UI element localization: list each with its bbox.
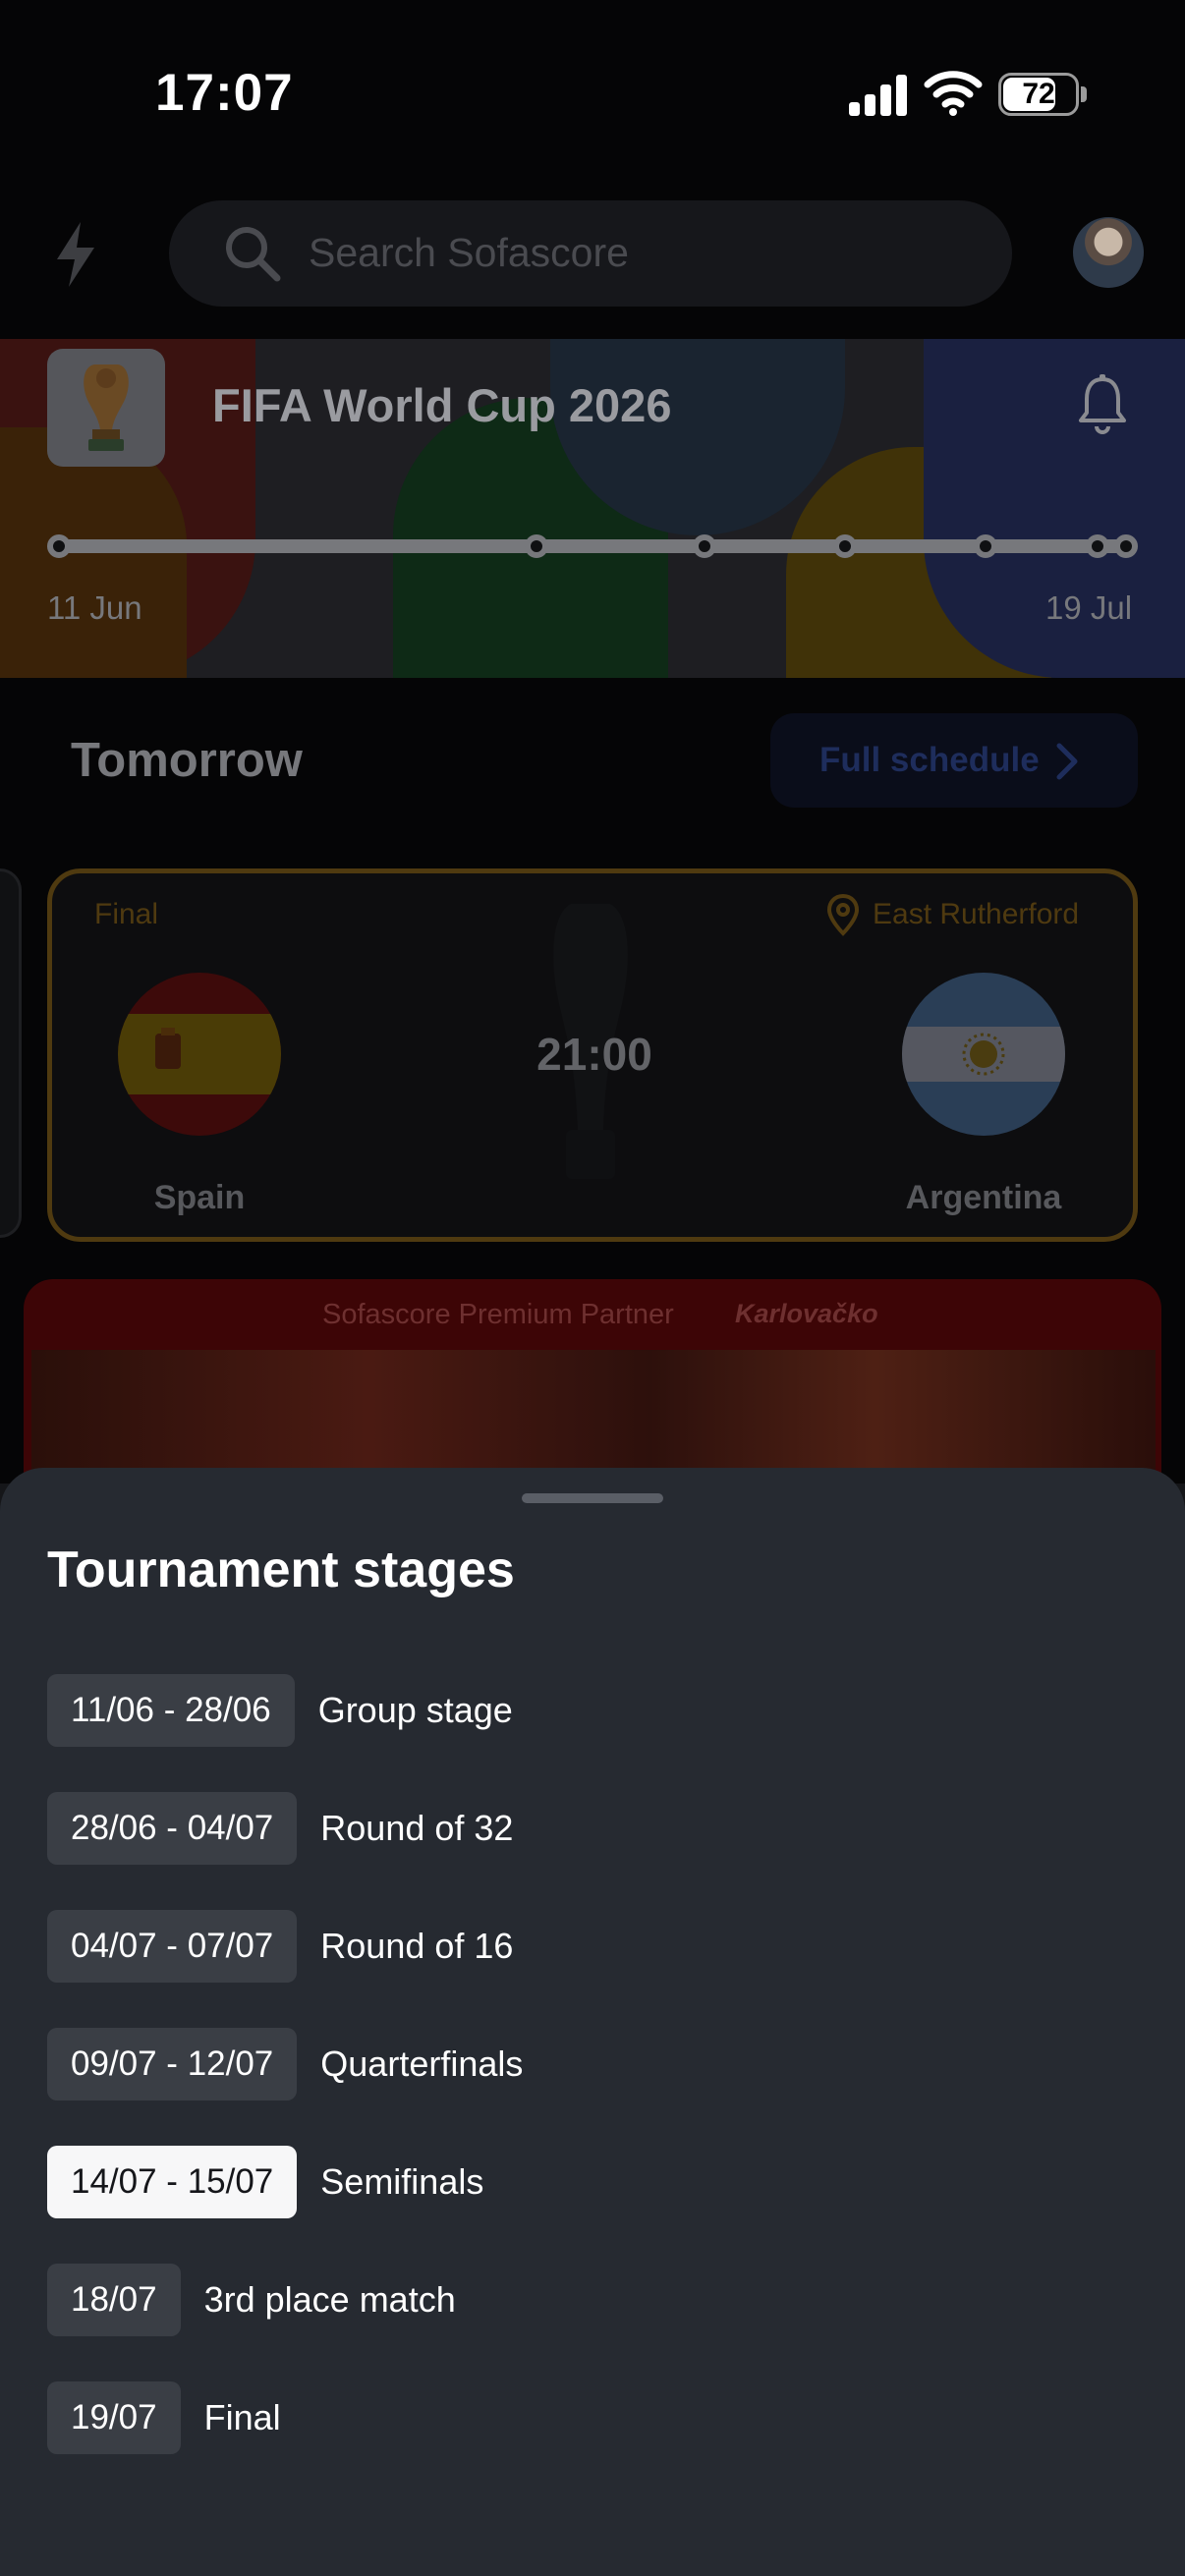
avatar[interactable]: [1073, 217, 1144, 288]
stage-row-round-of-32[interactable]: 28/06 - 04/07 Round of 32: [47, 1792, 513, 1865]
timeline-stage-dot: [974, 534, 997, 558]
stage-row-final[interactable]: 19/07 Final: [47, 2381, 281, 2454]
stage-dates: 11/06 - 28/06: [47, 1674, 295, 1747]
wifi-icon: [924, 71, 983, 116]
stage-dates: 04/07 - 07/07: [47, 1910, 298, 1983]
timeline-stage-dot: [833, 534, 857, 558]
full-schedule-label: Full schedule: [819, 741, 1040, 779]
previous-match-card[interactable]: [0, 868, 22, 1238]
stage-name: Semifinals: [320, 2161, 484, 2202]
stage-name: Quarterfinals: [320, 2044, 524, 2084]
stage-dates: 09/07 - 12/07: [47, 2028, 298, 2100]
search-icon: [226, 227, 281, 282]
stage-name: 3rd place match: [203, 2279, 456, 2320]
stage-row-3rd-place-match[interactable]: 18/07 3rd place match: [47, 2264, 456, 2336]
battery-cap: [1081, 86, 1087, 102]
section-title: Tomorrow: [71, 734, 303, 787]
timeline-stage-dot: [1114, 534, 1138, 558]
search-placeholder: Search Sofascore: [309, 230, 629, 275]
stage-row-semifinals[interactable]: 14/07 - 15/07 Semifinals: [47, 2146, 483, 2218]
spain-flag-icon: [118, 973, 281, 1136]
stage-dates: 19/07: [47, 2381, 181, 2454]
stage-name: Group stage: [317, 1690, 513, 1730]
world-cup-trophy-icon: [84, 364, 129, 451]
signal-icon: [849, 73, 908, 116]
stage-name: Round of 16: [320, 1926, 514, 1966]
timeline-end-date: 19 Jul: [1045, 589, 1133, 626]
timeline-stage-dot: [693, 534, 716, 558]
stage-row-round-of-16[interactable]: 04/07 - 07/07 Round of 16: [47, 1910, 513, 1983]
ad-image: [31, 1350, 1156, 1478]
tournament-title: FIFA World Cup 2026: [212, 379, 672, 431]
chevron-right-icon: [1056, 743, 1078, 780]
bell-icon[interactable]: [1075, 373, 1130, 436]
away-team-name: Argentina: [905, 1179, 1062, 1216]
timeline-stage-dot: [47, 534, 71, 558]
home-team-name: Spain: [153, 1179, 246, 1216]
battery-icon: 72: [998, 73, 1079, 116]
match-stage: Final: [94, 898, 159, 930]
ad-partner-text: Sofascore Premium Partner: [322, 1299, 674, 1330]
argentina-flag-icon: [902, 973, 1065, 1136]
stage-row-quarterfinals[interactable]: 09/07 - 12/07 Quarterfinals: [47, 2028, 523, 2100]
match-venue: East Rutherford: [873, 898, 1080, 930]
battery-level: 72: [1022, 78, 1055, 110]
timeline-stage-dot: [1086, 534, 1109, 558]
sheet-title: Tournament stages: [47, 1541, 515, 1598]
ad-brand-logo: Karlovačko: [735, 1299, 878, 1328]
tournament-timeline: [59, 539, 1126, 553]
timeline-start-date: 11 Jun: [47, 589, 142, 626]
stage-name: Final: [203, 2397, 281, 2437]
stage-dates: 28/06 - 04/07: [47, 1792, 298, 1865]
location-pin-icon: [826, 893, 860, 936]
lightning-icon[interactable]: [51, 220, 100, 289]
stage-name: Round of 32: [320, 1808, 514, 1848]
status-time: 17:07: [155, 64, 294, 122]
stage-dates-selected: 14/07 - 15/07: [47, 2146, 298, 2218]
stage-dates: 18/07: [47, 2264, 181, 2336]
stage-row-group-stage[interactable]: 11/06 - 28/06 Group stage: [47, 1674, 513, 1747]
timeline-stage-dot: [525, 534, 548, 558]
sheet-drag-handle[interactable]: [522, 1493, 663, 1503]
match-kickoff-time: 21:00: [536, 1029, 652, 1080]
